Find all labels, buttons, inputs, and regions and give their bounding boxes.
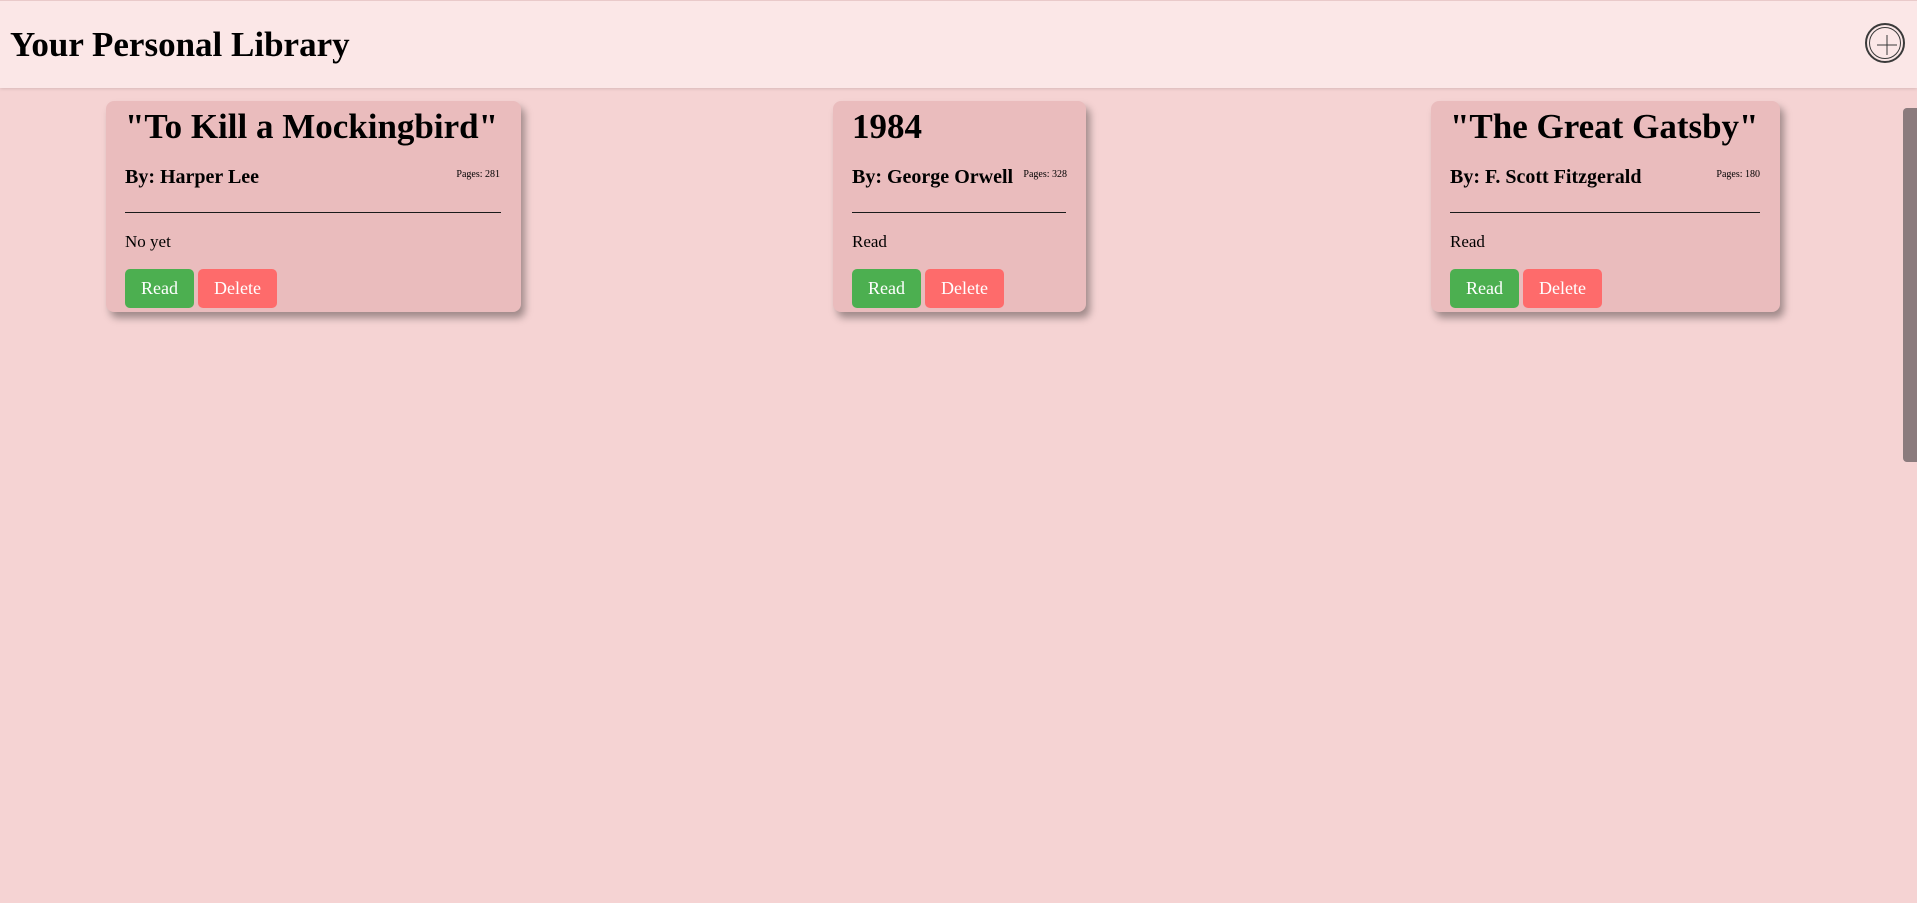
card-divider [852, 212, 1066, 213]
read-status: No yet [125, 232, 171, 251]
delete-button[interactable]: Delete [925, 269, 1004, 308]
plus-circle-icon [1877, 35, 1897, 55]
delete-button[interactable]: Delete [1523, 269, 1602, 308]
book-title: 1984 [852, 107, 922, 146]
read-status: Read [852, 232, 887, 251]
read-button[interactable]: Read [852, 269, 921, 308]
book-pages: Pages: 281 [456, 169, 500, 180]
book-card: "To Kill a Mockingbird" By: Harper Lee P… [106, 101, 521, 312]
page-title: Your Personal Library [10, 25, 350, 64]
book-title: "The Great Gatsby" [1450, 107, 1759, 146]
read-status: Read [1450, 232, 1485, 251]
book-title: "To Kill a Mockingbird" [125, 107, 499, 146]
card-divider [125, 212, 501, 213]
book-author: By: F. Scott Fitzgerald [1450, 166, 1642, 188]
add-book-button[interactable] [1865, 23, 1905, 63]
scrollbar-thumb[interactable] [1903, 108, 1917, 462]
card-divider [1450, 212, 1760, 213]
book-author: By: Harper Lee [125, 166, 260, 188]
book-pages: Pages: 180 [1716, 169, 1760, 180]
book-card: 1984 By: George Orwell Pages: 328 Read R… [833, 101, 1086, 312]
delete-button[interactable]: Delete [198, 269, 277, 308]
book-pages: Pages: 328 [1023, 169, 1067, 180]
book-author: By: George Orwell [852, 166, 1014, 188]
book-card: "The Great Gatsby" By: F. Scott Fitzgera… [1431, 101, 1780, 312]
read-button[interactable]: Read [1450, 269, 1519, 308]
read-button[interactable]: Read [125, 269, 194, 308]
app-header: Your Personal Library [0, 0, 1917, 88]
